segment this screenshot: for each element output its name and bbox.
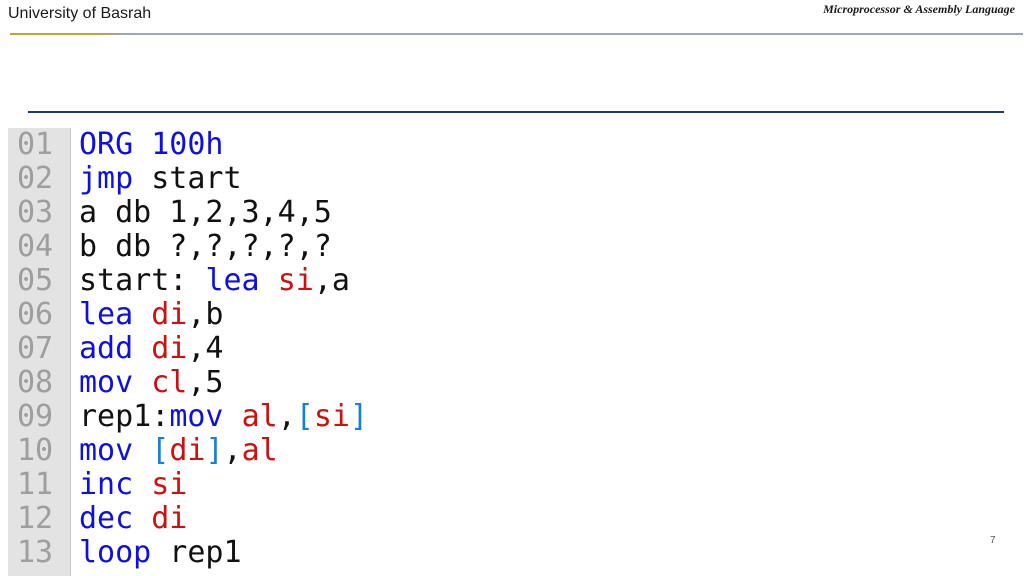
code-line: 02 jmp start [8, 162, 608, 196]
code-text: mov [di],al [79, 434, 278, 468]
title-divider [28, 111, 1004, 113]
code-token: start [133, 161, 242, 196]
keyword-token: loop [79, 535, 152, 570]
code-token: start: [79, 263, 206, 298]
code-text: inc si [79, 468, 187, 502]
code-line: 07 add di,4 [8, 332, 608, 366]
code-text: loop rep1 [79, 536, 242, 570]
code-line: 12 dec di [8, 502, 608, 536]
code-token: ,a [313, 263, 350, 298]
code-token: ,b [187, 297, 224, 332]
code-line: 01 ORG 100h [8, 128, 608, 162]
code-text: mov cl,5 [79, 366, 224, 400]
code-line: 05 start: lea si,a [8, 264, 608, 298]
code-token: , [277, 399, 296, 434]
register-token: cl [151, 365, 188, 400]
code-text: start: lea si,a [79, 264, 350, 298]
keyword-token: ORG 100h [79, 128, 224, 162]
register-token: di [151, 297, 188, 332]
line-number: 13 [17, 535, 54, 570]
code-text: jmp start [79, 162, 242, 196]
line-number: 01 [17, 128, 54, 162]
register-token: di [169, 433, 206, 468]
course-title: Microprocessor & Assembly Language [823, 2, 1015, 16]
code-text: ORG 100h [79, 128, 224, 162]
register-token: al [241, 433, 278, 468]
code-text: add di,4 [79, 332, 224, 366]
code-line: 03 a db 1,2,3,4,5 [8, 196, 608, 230]
keyword-token: add [79, 331, 134, 366]
keyword-token: inc [79, 467, 134, 502]
keyword-token: lea [205, 263, 260, 298]
code-token: rep1: [79, 399, 170, 434]
code-listing: 01 ORG 100h 02 jmp start 03 a db 1,2,3,4,5 04 b… [8, 128, 608, 576]
line-number: 07 [17, 331, 54, 366]
code-token: rep1 [151, 535, 242, 570]
line-number: 03 [17, 195, 54, 230]
keyword-token: lea [79, 297, 134, 332]
register-token: di [151, 331, 188, 366]
page-number: 7 [990, 535, 996, 546]
code-text: lea di,b [79, 298, 224, 332]
bracket-token: [ [151, 433, 170, 468]
code-line: 09 rep1:mov al,[si] [8, 400, 608, 434]
code-text: dec di [79, 502, 187, 536]
keyword-token: mov [79, 433, 134, 468]
line-number: 04 [17, 229, 54, 264]
line-number: 11 [17, 467, 54, 502]
code-token: a db 1,2,3,4,5 [79, 195, 332, 230]
bracket-token: ] [205, 433, 224, 468]
keyword-token: jmp [79, 161, 134, 196]
register-token: si [313, 399, 350, 434]
code-text: a db 1,2,3,4,5 [79, 196, 332, 230]
code-token: ,5 [187, 365, 224, 400]
bracket-token: ] [349, 399, 368, 434]
line-number: 06 [17, 297, 54, 332]
institution-name: University of Basrah [8, 5, 152, 22]
line-number: 12 [17, 501, 54, 536]
line-number: 05 [17, 263, 54, 298]
keyword-token: mov [79, 365, 134, 400]
line-number: 09 [17, 399, 54, 434]
line-number: 08 [17, 365, 54, 400]
register-token: di [151, 501, 188, 536]
bracket-token: [ [295, 399, 314, 434]
code-line: 04 b db ?,?,?,?,? [8, 230, 608, 264]
keyword-token: dec [79, 501, 134, 536]
register-token: al [241, 399, 278, 434]
register-token: si [151, 467, 188, 502]
code-text: b db ?,?,?,?,? [79, 230, 332, 264]
line-number: 02 [17, 161, 54, 196]
code-token: , [223, 433, 242, 468]
register-token: si [277, 263, 314, 298]
code-line: 06 lea di,b [8, 298, 608, 332]
code-token: ,4 [187, 331, 224, 366]
code-line: 13 loop rep1 [8, 536, 608, 570]
code-token: b db ?,?,?,?,? [79, 229, 332, 264]
code-text: rep1:mov al,[si] [79, 400, 368, 434]
keyword-token: mov [169, 399, 224, 434]
code-line: 08 mov cl,5 [8, 366, 608, 400]
header-divider [10, 33, 1023, 35]
code-line: 11 inc si [8, 468, 608, 502]
code-line: 10 mov [di],al [8, 434, 608, 468]
line-number: 10 [17, 433, 54, 468]
